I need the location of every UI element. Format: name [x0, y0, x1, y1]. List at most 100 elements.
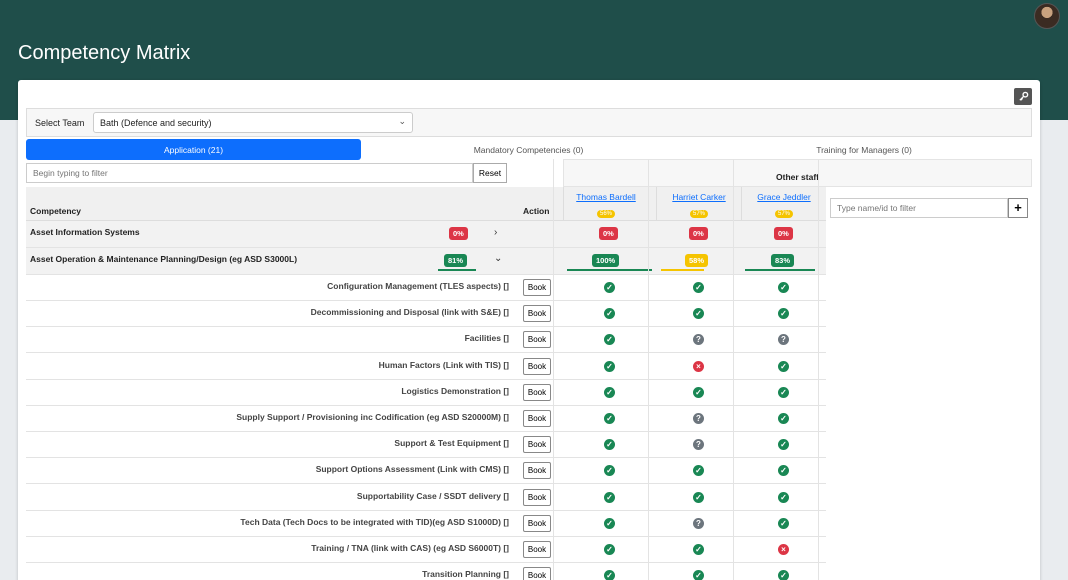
- book-button[interactable]: Book: [523, 383, 551, 401]
- competency-label: Supply Support / Provisioning inc Codifi…: [236, 412, 509, 422]
- staff-pct-badge: 56%: [596, 210, 615, 218]
- check-circle-icon: ✓: [778, 360, 789, 372]
- staff-category-pct-badge: 58%: [685, 254, 709, 267]
- check-circle-icon: ✓: [604, 491, 615, 503]
- check-circle-icon: ✓: [604, 570, 615, 580]
- check-circle-icon: ✓: [604, 308, 615, 320]
- check-circle-icon: ✓: [693, 386, 704, 398]
- check-circle-icon: ✓: [778, 413, 789, 424]
- category-label: Asset Operation & Maintenance Planning/D…: [30, 254, 298, 264]
- book-button[interactable]: Book: [523, 305, 551, 323]
- check-circle-icon: ✓: [778, 465, 789, 477]
- competency-label: Configuration Management (TLES aspects) …: [327, 281, 509, 291]
- staff-category-pct-badge: 0%: [689, 227, 708, 240]
- team-select[interactable]: Bath (Defence and security) ⌄: [93, 112, 413, 133]
- avatar[interactable]: [1034, 3, 1060, 29]
- other-staff-header: Other staff: [563, 159, 1032, 187]
- table-row: Transition Planning [] Book ✓ ✓ ✓: [26, 563, 826, 580]
- add-staff-button[interactable]: +: [1008, 198, 1028, 218]
- staff-column-header: Harriet Carker 57%: [656, 187, 741, 221]
- divider: [733, 159, 734, 580]
- table-header: Competency Action Thomas Bardell 56% Har…: [26, 187, 826, 221]
- table-row: Decommissioning and Disposal (link with …: [26, 301, 826, 328]
- chevron-down-icon[interactable]: ⌄: [494, 253, 502, 264]
- book-button[interactable]: Book: [523, 567, 551, 580]
- competency-filter-input[interactable]: [26, 163, 473, 183]
- staff-progress-bar: [661, 269, 704, 271]
- check-circle-icon: ✓: [693, 308, 704, 320]
- tab-training-for-managers[interactable]: Training for Managers (0): [696, 139, 1032, 160]
- category-row[interactable]: Asset Operation & Maintenance Planning/D…: [26, 248, 826, 275]
- staff-category-pct-badge: 0%: [774, 227, 793, 240]
- staff-name-link[interactable]: Grace Jeddler: [742, 192, 826, 202]
- table-row: Tech Data (Tech Docs to be integrated wi…: [26, 511, 826, 537]
- check-circle-icon: ✓: [604, 517, 615, 529]
- table-row: Support & Test Equipment [] Book ✓? ✓: [26, 432, 826, 459]
- question-circle-icon: ?: [693, 517, 704, 529]
- question-circle-icon: ?: [778, 334, 789, 346]
- check-circle-icon: ✓: [604, 439, 615, 451]
- competency-label: Training / TNA (link with CAS) (eg ASD S…: [311, 543, 509, 553]
- check-circle-icon: ✓: [604, 334, 615, 346]
- reset-button[interactable]: Reset: [473, 163, 507, 183]
- check-circle-icon: ✓: [778, 517, 789, 529]
- competency-label: Transition Planning []: [422, 569, 509, 580]
- staff-column-header: Grace Jeddler 57%: [741, 187, 826, 221]
- table-row: Supportability Case / SSDT delivery [] Bo…: [26, 485, 826, 511]
- staff-pct-badge: 57%: [689, 210, 708, 218]
- book-button[interactable]: Book: [523, 279, 551, 296]
- main-panel: Select Team Bath (Defence and security) …: [18, 80, 1040, 580]
- divider: [648, 159, 649, 580]
- staff-name-link[interactable]: Thomas Bardell: [564, 192, 648, 202]
- book-button[interactable]: Book: [523, 514, 551, 532]
- check-circle-icon: ✓: [778, 439, 789, 451]
- book-button[interactable]: Book: [523, 410, 551, 427]
- tab-application[interactable]: Application (21): [26, 139, 361, 160]
- book-button[interactable]: Book: [523, 541, 551, 558]
- book-button[interactable]: Book: [523, 331, 551, 349]
- check-circle-icon: ✓: [693, 491, 704, 503]
- category-row[interactable]: Asset Information Systems 0% › 0% 0% 0%: [26, 221, 826, 248]
- table-row: Supply Support / Provisioning inc Codifi…: [26, 406, 826, 432]
- competency-label: Tech Data (Tech Docs to be integrated wi…: [240, 516, 509, 527]
- book-button[interactable]: Book: [523, 462, 551, 480]
- check-circle-icon: ✓: [778, 308, 789, 320]
- check-circle-icon: ✓: [604, 465, 615, 477]
- category-progress-bar: [438, 269, 476, 271]
- check-circle-icon: ✓: [604, 413, 615, 424]
- book-button[interactable]: Book: [523, 488, 551, 506]
- staff-category-pct-badge: 0%: [599, 227, 618, 240]
- competency-column-header: Competency: [30, 206, 82, 216]
- check-circle-icon: ✓: [693, 544, 704, 555]
- chevron-right-icon[interactable]: ›: [494, 227, 497, 238]
- cross-circle-icon: ×: [778, 544, 789, 555]
- competency-label: Support & Test Equipment []: [394, 438, 509, 449]
- table-row: Logistics Demonstration [] Book ✓ ✓ ✓: [26, 380, 826, 406]
- staff-pct-badge: 57%: [774, 210, 793, 218]
- book-button[interactable]: Book: [523, 436, 551, 454]
- team-select-value: Bath (Defence and security): [100, 118, 212, 128]
- select-team-label: Select Team: [35, 118, 85, 128]
- staff-name-filter-input[interactable]: [830, 198, 1008, 218]
- staff-progress-bar: [745, 269, 815, 271]
- book-button[interactable]: Book: [523, 357, 551, 375]
- category-label: Asset Information Systems: [30, 227, 140, 237]
- table-row: Human Factors (Link with TIS) [] Book ✓ × ✓: [26, 354, 826, 380]
- action-column-header: Action: [523, 206, 550, 216]
- key-icon[interactable]: [1014, 88, 1032, 105]
- cross-circle-icon: ×: [693, 360, 704, 372]
- staff-category-pct-badge: 100%: [592, 254, 620, 267]
- divider: [553, 159, 554, 580]
- staff-category-pct-badge: 83%: [771, 254, 795, 267]
- check-circle-icon: ✓: [604, 386, 615, 398]
- category-pct-badge: 81%: [444, 254, 468, 267]
- table-row: Facilities [] Book ✓??: [26, 327, 826, 354]
- competency-label: Decommissioning and Disposal (link with …: [310, 307, 509, 318]
- page-title: Competency Matrix: [18, 42, 191, 64]
- check-circle-icon: ✓: [693, 282, 704, 293]
- table-row: Training / TNA (link with CAS) (eg ASD S…: [26, 537, 826, 563]
- check-circle-icon: ✓: [778, 570, 789, 580]
- staff-name-link[interactable]: Harriet Carker: [657, 192, 741, 202]
- competency-label: Facilities []: [464, 333, 509, 344]
- tab-mandatory-competencies[interactable]: Mandatory Competencies (0): [361, 139, 696, 160]
